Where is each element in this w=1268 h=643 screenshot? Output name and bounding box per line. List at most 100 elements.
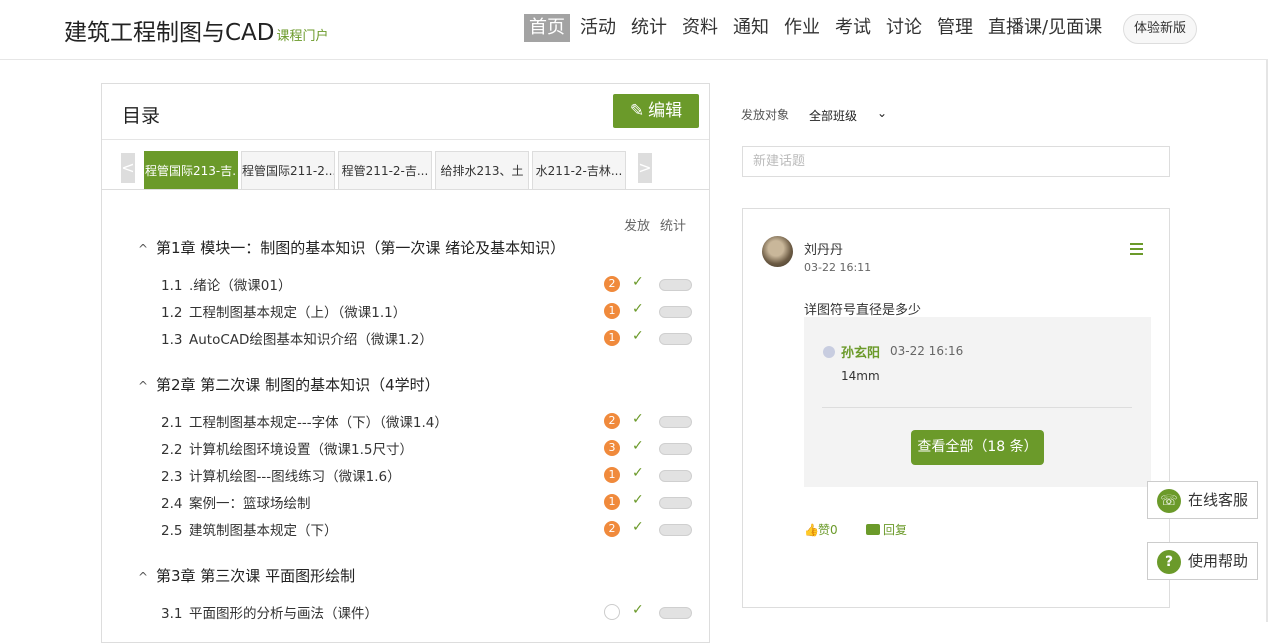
lesson-item[interactable]: 1.3 AutoCAD绘图基本知识介绍（微课1.2） 1 ✓ — [161, 328, 701, 350]
chevron-up-icon[interactable]: ^ — [138, 379, 156, 393]
check-icon[interactable]: ✓ — [632, 301, 644, 317]
lesson-number: 1.2 — [161, 305, 183, 322]
site-subtitle: 课程门户 — [276, 29, 329, 44]
check-icon[interactable]: ✓ — [632, 492, 644, 508]
stats-toggle[interactable] — [659, 333, 692, 346]
lesson-number: 3.1 — [161, 605, 183, 622]
lesson-title: 平面图形的分析与画法（课件） — [189, 605, 378, 622]
check-icon[interactable]: ✓ — [632, 465, 644, 481]
reply-box: 孙玄阳 03-22 16:16 14mm 查看全部（18 条） — [804, 317, 1151, 487]
edit-label: 编辑 — [648, 101, 683, 121]
online-service-label: 在线客服 — [1188, 491, 1249, 509]
column-headers: 发放 统计 — [624, 215, 696, 234]
lesson-title: 计算机绘图---图线练习（微课1.6） — [189, 469, 401, 485]
task-count-badge — [604, 603, 620, 620]
nav-item-1[interactable]: 活动 — [575, 14, 621, 42]
new-topic-input[interactable]: 新建话题 — [742, 146, 1170, 177]
site-title-text: 建筑工程制图与CAD — [64, 20, 275, 46]
lesson-title: 工程制图基本规定---字体（下）（微课1.4） — [189, 414, 448, 431]
target-label: 发放对象 — [741, 108, 790, 122]
chevron-up-icon[interactable]: ^ — [138, 570, 156, 584]
online-service-button[interactable]: ☏ 在线客服 — [1147, 481, 1258, 519]
nav-item-8[interactable]: 管理 — [932, 14, 978, 42]
lesson-number: 2.4 — [161, 496, 183, 513]
task-count-badge: 1 — [604, 330, 620, 347]
task-count-badge: 1 — [604, 467, 620, 483]
nav-item-2[interactable]: 统计 — [626, 14, 672, 42]
stats-toggle[interactable] — [659, 279, 692, 291]
lesson-title: 工程制图基本规定（上）（微课1.1） — [189, 305, 407, 322]
nav-item-5[interactable]: 作业 — [779, 14, 825, 42]
post-author[interactable]: 刘丹丹 — [804, 239, 843, 258]
reply-button[interactable]: 回复 — [866, 521, 907, 538]
chapter-2[interactable]: ^ 第2章 第二次课 制图的基本知识（4学时） — [138, 374, 440, 395]
lesson-number: 2.1 — [161, 414, 183, 431]
avatar[interactable] — [762, 236, 793, 267]
lesson-item[interactable]: 2.5 建筑制图基本规定（下） 2 ✓ — [161, 519, 701, 541]
check-icon[interactable]: ✓ — [632, 602, 644, 618]
chapter-3[interactable]: ^ 第3章 第三次课 平面图形绘制 — [138, 565, 355, 586]
class-tab-4[interactable]: 水211-2-吉林... — [532, 151, 626, 189]
nav-item-4[interactable]: 通知 — [728, 14, 774, 42]
like-label: 赞0 — [818, 523, 838, 537]
help-label: 使用帮助 — [1188, 552, 1249, 570]
check-icon[interactable]: ✓ — [632, 438, 644, 454]
class-tab-2[interactable]: 程管211-2-吉... — [338, 151, 432, 189]
menu-icon[interactable] — [1130, 243, 1143, 255]
check-icon[interactable]: ✓ — [632, 519, 644, 535]
post-card: 刘丹丹 03-22 16:11 详图符号直径是多少 孙玄阳 03-22 16:1… — [742, 208, 1170, 608]
stats-toggle[interactable] — [659, 606, 692, 619]
tab-prev-button[interactable]: < — [121, 153, 135, 183]
lesson-title: 建筑制图基本规定（下） — [189, 523, 338, 540]
class-tab-0[interactable]: 程管国际213-吉... — [144, 151, 238, 189]
help-button[interactable]: ? 使用帮助 — [1147, 542, 1258, 580]
nav-item-0[interactable]: 首页 — [524, 14, 570, 42]
lesson-item[interactable]: 1.1 .绪论（微课01） 2 ✓ — [161, 274, 701, 296]
col-publish: 发放 — [624, 219, 651, 234]
reply-author[interactable]: 孙玄阳 — [841, 342, 880, 361]
lesson-number: 1.1 — [161, 278, 183, 294]
lesson-item[interactable]: 2.2 计算机绘图环境设置（微课1.5尺寸） 3 ✓ — [161, 438, 701, 460]
lesson-item[interactable]: 3.1 平面图形的分析与画法（课件） ✓ — [161, 602, 701, 624]
chapter-title: 第2章 第二次课 制图的基本知识（4学时） — [156, 375, 440, 394]
view-all-button[interactable]: 查看全部（18 条） — [911, 430, 1044, 465]
headset-icon: ☏ — [1157, 489, 1181, 513]
task-count-badge: 1 — [604, 494, 620, 511]
lesson-title: 案例一：篮球场绘制 — [189, 496, 311, 513]
nav-item-6[interactable]: 考试 — [830, 14, 876, 42]
main-nav: 首页 活动 统计 资料 通知 作业 考试 讨论 管理 直播课/见面课 — [524, 14, 1112, 42]
edit-button[interactable]: ✎ 编辑 — [613, 94, 699, 128]
task-count-badge: 2 — [604, 521, 620, 538]
chapter-1[interactable]: ^ 第1章 模块一：制图的基本知识（第一次课 绪论及基本知识） — [138, 237, 565, 258]
lesson-item[interactable]: 2.3 计算机绘图---图线练习（微课1.6） 1 ✓ — [161, 465, 701, 487]
lesson-item[interactable]: 1.2 工程制图基本规定（上）（微课1.1） 1 ✓ — [161, 301, 701, 323]
check-icon[interactable]: ✓ — [632, 274, 644, 290]
stats-toggle[interactable] — [659, 524, 692, 537]
class-tab-3[interactable]: 给排水213、土 — [435, 151, 529, 189]
lesson-item[interactable]: 2.1 工程制图基本规定---字体（下）（微课1.4） 2 ✓ — [161, 411, 701, 433]
thumbs-up-icon: 👍 — [804, 523, 819, 537]
class-tabs: < > 程管国际213-吉... 程管国际211-2... 程管211-2-吉...… — [102, 140, 709, 190]
nav-item-7[interactable]: 讨论 — [881, 14, 927, 42]
lesson-item[interactable]: 2.4 案例一：篮球场绘制 1 ✓ — [161, 492, 701, 514]
header: 建筑工程制图与CAD 课程门户 首页 活动 统计 资料 通知 作业 考试 讨论 管理 直播课/见面课… — [0, 0, 1268, 60]
nav-item-9[interactable]: 直播课/见面课 — [983, 14, 1107, 42]
stats-toggle[interactable] — [659, 442, 692, 455]
target-select[interactable]: 全部班级 — [809, 107, 857, 124]
chevron-down-icon[interactable]: ⌄ — [877, 106, 887, 120]
stats-toggle[interactable] — [659, 470, 692, 482]
stats-toggle[interactable] — [659, 306, 692, 319]
stats-toggle[interactable] — [659, 415, 692, 428]
site-title[interactable]: 建筑工程制图与CAD 课程门户 — [64, 13, 329, 47]
check-icon[interactable]: ✓ — [632, 411, 644, 427]
stats-toggle[interactable] — [659, 497, 692, 510]
pencil-icon: ✎ — [629, 101, 645, 121]
nav-item-3[interactable]: 资料 — [677, 14, 723, 42]
tab-next-button[interactable]: > — [638, 153, 652, 183]
class-tab-1[interactable]: 程管国际211-2... — [241, 151, 335, 189]
lesson-number: 2.5 — [161, 523, 183, 540]
new-version-button[interactable]: 体验新版 — [1123, 14, 1197, 44]
check-icon[interactable]: ✓ — [632, 328, 644, 344]
like-button[interactable]: 👍赞0 — [804, 521, 838, 538]
chevron-up-icon[interactable]: ^ — [138, 242, 156, 256]
